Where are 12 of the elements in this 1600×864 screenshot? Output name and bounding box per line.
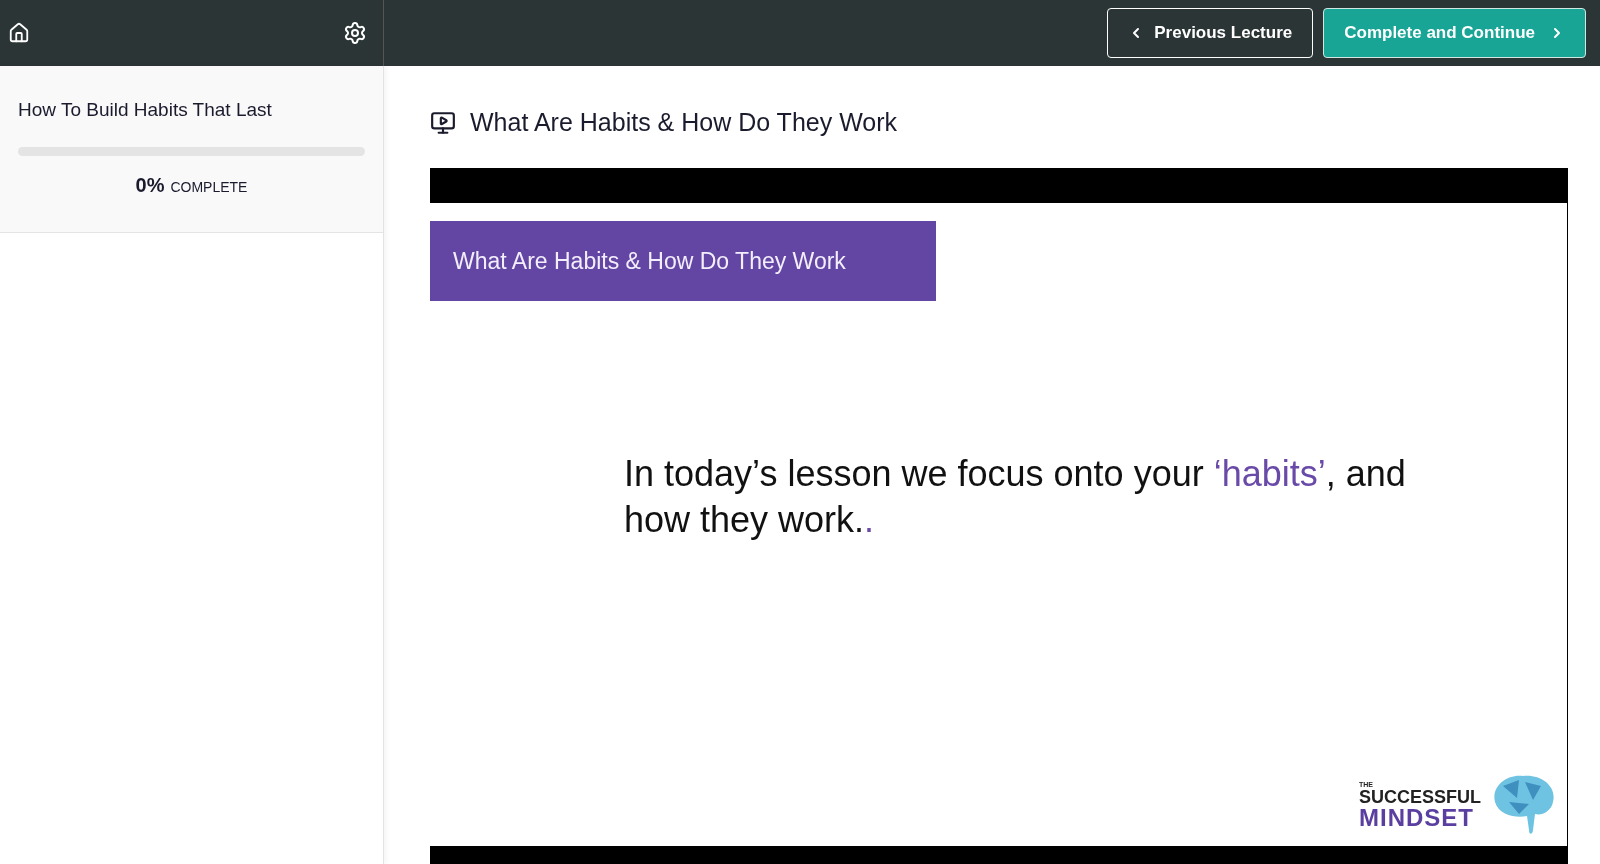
video-lecture-icon <box>430 110 456 136</box>
course-title: How To Build Habits That Last <box>18 98 273 122</box>
home-icon[interactable] <box>8 22 30 44</box>
slide-banner: What Are Habits & How Do They Work <box>430 221 936 301</box>
logo-top-text: SUCCESSFUL <box>1359 787 1481 806</box>
previous-lecture-button[interactable]: Previous Lecture <box>1107 8 1314 58</box>
progress-label: COMPLETE <box>170 177 248 197</box>
settings-icon[interactable] <box>343 21 367 45</box>
logo-bottom-text: MINDSET <box>1359 805 1475 830</box>
lecture-title: What Are Habits & How Do They Work <box>470 107 897 139</box>
progress-percent: 0% <box>135 172 165 198</box>
slide-text: In today’s lesson we focus onto your ‘habits’, and how they work.. <box>624 452 1407 542</box>
